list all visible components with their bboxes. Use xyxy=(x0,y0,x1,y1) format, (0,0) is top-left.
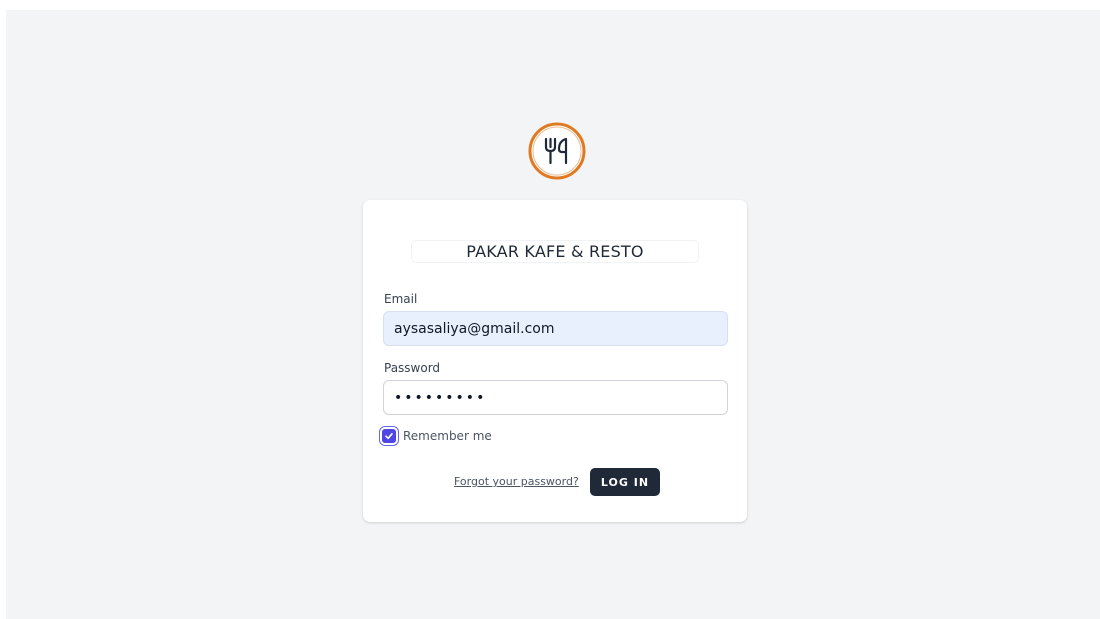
login-card: PAKAR KAFE & RESTO Email aysasaliya@gmai… xyxy=(363,200,747,522)
fork-knife-icon xyxy=(526,120,588,182)
forgot-password-link[interactable]: Forgot your password? xyxy=(454,475,579,488)
login-page: PAKAR KAFE & RESTO Email aysasaliya@gmai… xyxy=(6,10,1100,619)
password-field[interactable]: ••••••••• xyxy=(383,380,728,415)
password-label: Password xyxy=(384,361,441,375)
login-button[interactable]: LOG IN xyxy=(590,468,660,496)
brand-name: PAKAR KAFE & RESTO xyxy=(411,240,699,263)
email-value: aysasaliya@gmail.com xyxy=(394,320,555,337)
remember-label: Remember me xyxy=(403,429,492,443)
remember-me: Remember me xyxy=(382,429,492,443)
password-value: ••••••••• xyxy=(394,389,487,406)
check-icon xyxy=(385,433,393,440)
remember-checkbox[interactable] xyxy=(382,429,396,443)
email-label: Email xyxy=(384,292,418,306)
email-field[interactable]: aysasaliya@gmail.com xyxy=(383,311,728,346)
